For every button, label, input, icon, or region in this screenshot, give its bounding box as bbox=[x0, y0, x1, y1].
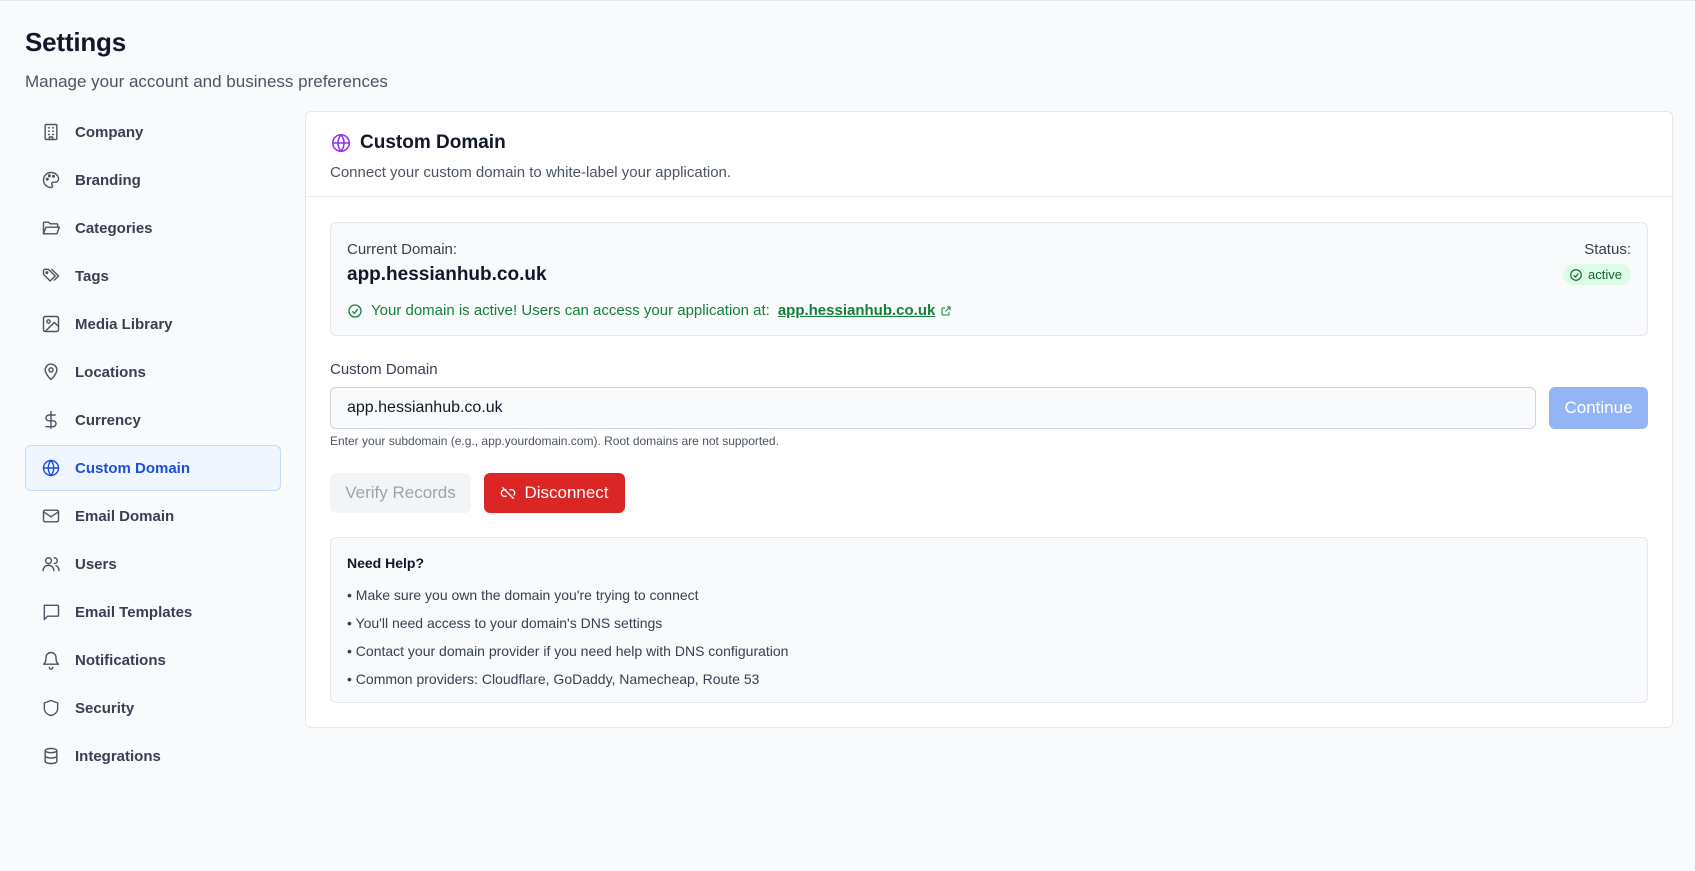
external-link-icon[interactable] bbox=[940, 305, 952, 317]
help-item: • Common providers: Cloudflare, GoDaddy,… bbox=[347, 671, 760, 687]
disconnect-button[interactable]: Disconnect bbox=[484, 473, 625, 513]
page-subtitle: Manage your account and business prefere… bbox=[25, 72, 388, 91]
sidebar-item-company[interactable]: Company bbox=[25, 109, 281, 155]
help-item: • Contact your domain provider if you ne… bbox=[347, 643, 789, 659]
sidebar-item-custom-domain[interactable]: Custom Domain bbox=[25, 445, 281, 491]
card-header: Custom Domain Connect your custom domain… bbox=[306, 112, 1672, 197]
bell-icon bbox=[41, 650, 61, 670]
continue-button[interactable]: Continue bbox=[1549, 387, 1648, 429]
globe-icon bbox=[330, 132, 352, 154]
page-title: Settings bbox=[25, 27, 126, 57]
status-label: Status: bbox=[1584, 241, 1631, 258]
status-badge: active bbox=[1563, 264, 1631, 285]
tags-icon bbox=[41, 266, 61, 286]
sidebar-item-label: Notifications bbox=[75, 651, 166, 669]
status-badge-text: active bbox=[1588, 267, 1622, 282]
custom-domain-input[interactable] bbox=[330, 387, 1536, 429]
current-domain-panel: Current Domain: app.hessianhub.co.uk Sta… bbox=[330, 222, 1648, 336]
folder-open-icon bbox=[41, 218, 61, 238]
custom-domain-card: Custom Domain Connect your custom domain… bbox=[305, 111, 1673, 728]
help-item: • You'll need access to your domain's DN… bbox=[347, 615, 663, 631]
help-title: Need Help? bbox=[347, 555, 425, 571]
sidebar-item-email-domain[interactable]: Email Domain bbox=[25, 493, 281, 539]
input-hint: Enter your subdomain (e.g., app.yourdoma… bbox=[330, 434, 779, 448]
settings-sidebar: Company Branding Categories Tags Media L… bbox=[25, 109, 281, 781]
sidebar-item-security[interactable]: Security bbox=[25, 685, 281, 731]
sidebar-item-label: Email Domain bbox=[75, 507, 175, 525]
sidebar-item-tags[interactable]: Tags bbox=[25, 253, 281, 299]
users-icon bbox=[41, 554, 61, 574]
mail-icon bbox=[41, 506, 61, 526]
building-icon bbox=[41, 122, 61, 142]
verify-records-button[interactable]: Verify Records bbox=[330, 473, 471, 513]
shield-icon bbox=[41, 698, 61, 718]
sidebar-item-categories[interactable]: Categories bbox=[25, 205, 281, 251]
sidebar-item-label: Currency bbox=[75, 411, 141, 429]
status-area: Status: active bbox=[1563, 241, 1631, 287]
domain-link[interactable]: app.hessianhub.co.uk bbox=[778, 302, 936, 319]
map-pin-icon bbox=[41, 362, 61, 382]
sidebar-item-users[interactable]: Users bbox=[25, 541, 281, 587]
sidebar-item-label: Categories bbox=[75, 219, 153, 237]
message-square-icon bbox=[41, 602, 61, 622]
sidebar-item-label: Media Library bbox=[75, 315, 173, 333]
help-item: • Make sure you own the domain you're tr… bbox=[347, 587, 699, 603]
sidebar-item-label: Security bbox=[75, 699, 135, 717]
dollar-sign-icon bbox=[41, 410, 61, 430]
sidebar-item-label: Integrations bbox=[75, 747, 161, 765]
sidebar-item-label: Users bbox=[75, 555, 117, 573]
active-message-text: Your domain is active! Users can access … bbox=[371, 302, 770, 319]
sidebar-item-media-library[interactable]: Media Library bbox=[25, 301, 281, 347]
settings-page: Settings Manage your account and busines… bbox=[0, 0, 1695, 871]
unlink-icon bbox=[501, 487, 516, 499]
globe-icon bbox=[41, 458, 61, 478]
check-circle-icon bbox=[347, 303, 363, 319]
check-circle-icon bbox=[1570, 268, 1582, 281]
card-title: Custom Domain bbox=[360, 132, 506, 153]
sidebar-item-locations[interactable]: Locations bbox=[25, 349, 281, 395]
sidebar-item-notifications[interactable]: Notifications bbox=[25, 637, 281, 683]
palette-icon bbox=[41, 170, 61, 190]
help-panel: Need Help? • Make sure you own the domai… bbox=[330, 537, 1648, 703]
card-description: Connect your custom domain to white-labe… bbox=[330, 164, 732, 181]
sidebar-item-integrations[interactable]: Integrations bbox=[25, 733, 281, 779]
sidebar-item-branding[interactable]: Branding bbox=[25, 157, 281, 203]
active-message: Your domain is active! Users can access … bbox=[347, 302, 1631, 319]
current-domain-value: app.hessianhub.co.uk bbox=[347, 264, 547, 285]
sidebar-item-label: Custom Domain bbox=[75, 459, 191, 477]
disconnect-label: Disconnect bbox=[524, 483, 609, 502]
sidebar-item-label: Email Templates bbox=[75, 603, 193, 621]
sidebar-item-email-templates[interactable]: Email Templates bbox=[25, 589, 281, 635]
image-icon bbox=[41, 314, 61, 334]
current-domain-label: Current Domain: bbox=[347, 241, 458, 258]
sidebar-item-label: Branding bbox=[75, 171, 141, 189]
sidebar-item-currency[interactable]: Currency bbox=[25, 397, 281, 443]
sidebar-item-label: Locations bbox=[75, 363, 146, 381]
custom-domain-label: Custom Domain bbox=[330, 361, 438, 378]
database-icon bbox=[41, 746, 61, 766]
sidebar-item-label: Company bbox=[75, 123, 144, 141]
sidebar-item-label: Tags bbox=[75, 267, 109, 285]
page-header: Settings Manage your account and busines… bbox=[25, 27, 388, 92]
